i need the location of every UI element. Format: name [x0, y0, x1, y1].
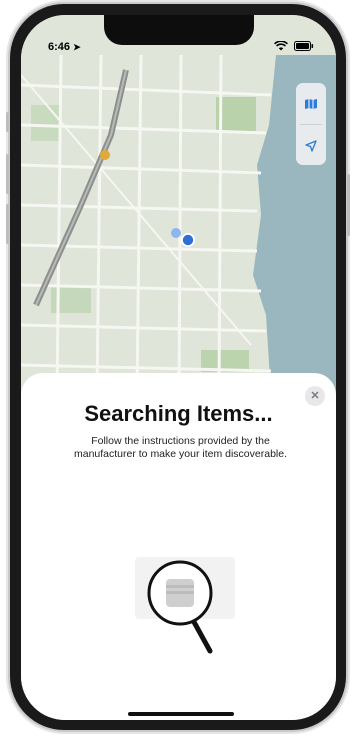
poi-marker — [100, 150, 110, 160]
map-icon — [305, 98, 317, 109]
status-time-text: 6:46 — [48, 41, 71, 53]
map-controls — [296, 83, 326, 165]
battery-icon — [294, 41, 314, 51]
volume-up-button — [6, 154, 9, 194]
notch — [104, 15, 254, 45]
home-indicator[interactable] — [128, 712, 234, 716]
location-arrow-icon — [305, 139, 317, 152]
side-button — [347, 174, 350, 236]
location-arrow-icon: ➤ — [73, 42, 81, 52]
map-view[interactable] — [21, 15, 336, 395]
map-mode-button[interactable] — [296, 83, 326, 124]
phone-screen: 6:46 ➤ ✕ Searching Items... Follow the i… — [21, 15, 336, 720]
item-location-dot — [171, 228, 181, 238]
magnifying-glass-icon — [135, 557, 235, 654]
mute-switch — [6, 112, 9, 132]
park-area — [31, 105, 61, 141]
user-location-dot — [182, 234, 194, 246]
locate-me-button[interactable] — [296, 125, 326, 166]
sheet-description: Follow the instructions provided by the … — [73, 435, 287, 460]
searching-items-sheet: ✕ Searching Items... Follow the instruct… — [21, 373, 336, 720]
status-time: 6:46 ➤ — [48, 41, 81, 53]
sheet-title: Searching Items... — [84, 401, 273, 426]
status-right — [274, 41, 314, 51]
wifi-icon — [274, 41, 288, 51]
volume-down-button — [6, 204, 9, 244]
